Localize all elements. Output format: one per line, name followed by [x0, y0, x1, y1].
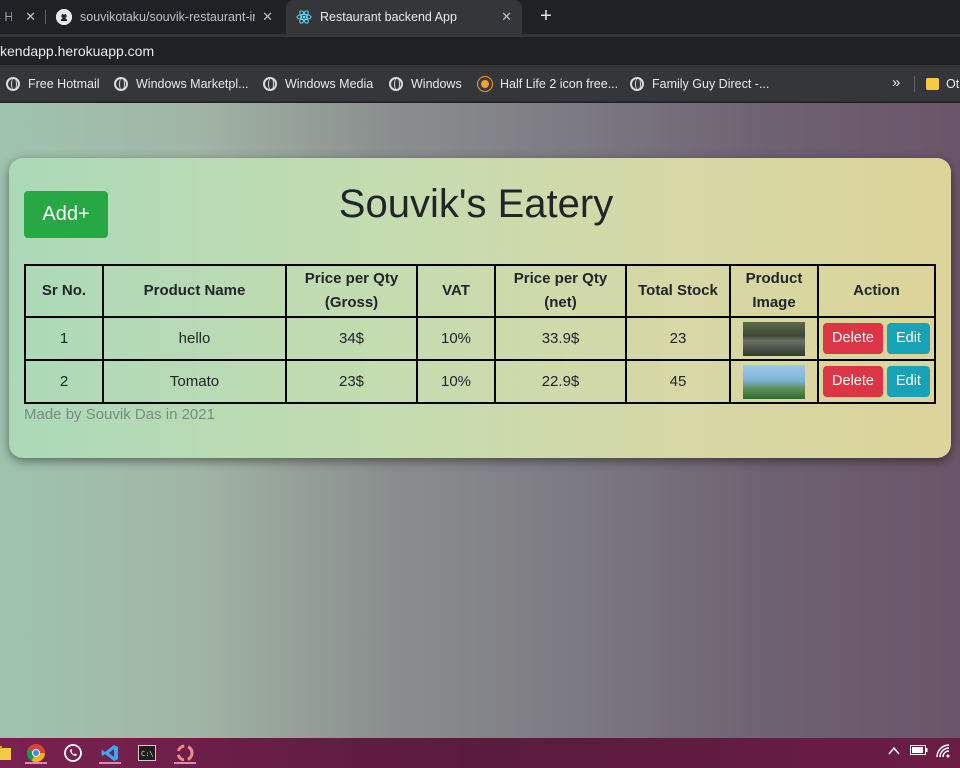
- active-indicator: [174, 762, 196, 764]
- bookmark-label: Ot: [946, 77, 960, 91]
- close-icon[interactable]: ✕: [25, 9, 36, 25]
- edit-button[interactable]: Edit: [886, 323, 930, 354]
- cell-vat: 10%: [416, 359, 496, 404]
- bookmarks-bar: Free Hotmail Windows Marketpl... Windows…: [0, 66, 960, 102]
- delete-button[interactable]: Delete: [823, 323, 883, 354]
- vscode-icon[interactable]: [99, 742, 121, 764]
- tab-active[interactable]: Restaurant backend App ✕: [286, 0, 522, 34]
- globe-icon: [6, 77, 20, 91]
- header-vat: VAT: [416, 264, 496, 318]
- cell-net: 33.9$: [494, 316, 627, 361]
- globe-icon: [630, 77, 644, 91]
- bookmark-label: Half Life 2 icon free...: [500, 77, 619, 91]
- globe-icon: [389, 77, 403, 91]
- bookmark-half-life[interactable]: Half Life 2 icon free...: [478, 66, 618, 102]
- cell-image: [729, 359, 819, 404]
- cell-vat: 10%: [416, 316, 496, 361]
- cell-sr: 1: [24, 316, 104, 361]
- cell-stock: 23: [625, 316, 731, 361]
- tab-2[interactable]: souvikotaku/souvik-restaurant-in ✕: [46, 0, 283, 34]
- globe-icon: [263, 77, 277, 91]
- taskbar: C:\: [0, 738, 960, 768]
- active-indicator: [99, 762, 121, 764]
- cell-image: [729, 316, 819, 361]
- footer-credit: Made by Souvik Das in 2021: [24, 406, 215, 423]
- product-image: [743, 364, 805, 399]
- cell-net: 22.9$: [494, 359, 627, 404]
- battery-icon[interactable]: [910, 744, 928, 759]
- main-card: Souvik's Eatery Add+ Sr No. Product Name…: [9, 158, 951, 458]
- tray-chevron-up-icon[interactable]: [888, 744, 900, 759]
- bookmarks-separator: [914, 76, 915, 92]
- close-icon[interactable]: ✕: [501, 9, 512, 25]
- bookmark-free-hotmail[interactable]: Free Hotmail: [6, 66, 100, 102]
- cell-sr: 2: [24, 359, 104, 404]
- file-explorer-icon[interactable]: [0, 742, 14, 764]
- delete-button[interactable]: Delete: [823, 366, 883, 397]
- cell-name: hello: [102, 316, 287, 361]
- tab-title: souvikotaku/souvik-restaurant-in: [80, 10, 255, 24]
- product-image: [743, 321, 805, 356]
- page-title: Souvik's Eatery: [338, 182, 614, 226]
- header-price-net: Price per Qty (net): [494, 264, 627, 318]
- edit-button[interactable]: Edit: [886, 366, 930, 397]
- url-input[interactable]: kendapp.herokuapp.com: [0, 37, 960, 65]
- bookmark-label: Windows: [411, 77, 462, 91]
- header-sr-no: Sr No.: [24, 264, 104, 318]
- bookmark-windows-media[interactable]: Windows Media: [263, 66, 373, 102]
- bookmark-label: Windows Marketpl...: [136, 77, 249, 91]
- whatsapp-icon[interactable]: [62, 742, 84, 764]
- tab-strip: 4 H ✕ souvikotaku/souvik-restaurant-in ✕…: [0, 0, 960, 34]
- header-total-stock: Total Stock: [625, 264, 731, 318]
- bookmark-windows[interactable]: Windows: [389, 66, 462, 102]
- table-row: 2 Tomato 23$ 10% 22.9$ 45 Delete Edit: [24, 359, 936, 404]
- header-product-image: Product Image: [729, 264, 819, 318]
- react-icon: [296, 9, 312, 25]
- page-viewport: Souvik's Eatery Add+ Sr No. Product Name…: [0, 103, 960, 738]
- table-row: 1 hello 34$ 10% 33.9$ 23 Delete Edit: [24, 316, 936, 361]
- bookmark-label: Family Guy Direct -...: [652, 77, 770, 91]
- chrome-icon[interactable]: [25, 742, 47, 764]
- cell-action: Delete Edit: [817, 359, 936, 404]
- table-header-row: Sr No. Product Name Price per Qty (Gross…: [24, 264, 936, 318]
- address-bar: kendapp.herokuapp.com: [0, 34, 960, 66]
- cell-name: Tomato: [102, 359, 287, 404]
- bookmark-label: Windows Media: [285, 77, 374, 91]
- cell-stock: 45: [625, 359, 731, 404]
- bookmark-windows-marketplace[interactable]: Windows Marketpl...: [114, 66, 249, 102]
- active-indicator: [25, 762, 47, 764]
- tab-title: Restaurant backend App: [320, 10, 457, 24]
- bookmarks-overflow-button[interactable]: »: [892, 74, 900, 91]
- add-button[interactable]: Add+: [24, 191, 108, 238]
- close-icon[interactable]: ✕: [262, 9, 273, 25]
- cell-gross: 34$: [285, 316, 418, 361]
- halflife-icon: [478, 77, 492, 91]
- header-action: Action: [817, 264, 936, 318]
- header-product-name: Product Name: [102, 264, 287, 318]
- github-icon: [56, 9, 72, 25]
- other-bookmarks[interactable]: Ot: [926, 66, 959, 102]
- terminal-icon[interactable]: C:\: [136, 742, 158, 764]
- cell-gross: 23$: [285, 359, 418, 404]
- new-tab-button[interactable]: +: [536, 5, 556, 27]
- tab-1[interactable]: 4 H ✕: [0, 0, 40, 34]
- cell-action: Delete Edit: [817, 316, 936, 361]
- bookmark-label: Free Hotmail: [28, 77, 100, 91]
- tab-title: 4 H: [0, 10, 12, 24]
- header-price-gross: Price per Qty (Gross): [285, 264, 418, 318]
- folder-icon: [926, 78, 939, 90]
- globe-icon: [114, 77, 128, 91]
- products-table: Sr No. Product Name Price per Qty (Gross…: [24, 264, 936, 404]
- wifi-icon[interactable]: [936, 744, 952, 761]
- svg-text:C:\: C:\: [141, 750, 154, 758]
- bookmark-family-guy[interactable]: Family Guy Direct -...: [630, 66, 769, 102]
- app-icon[interactable]: [174, 742, 196, 764]
